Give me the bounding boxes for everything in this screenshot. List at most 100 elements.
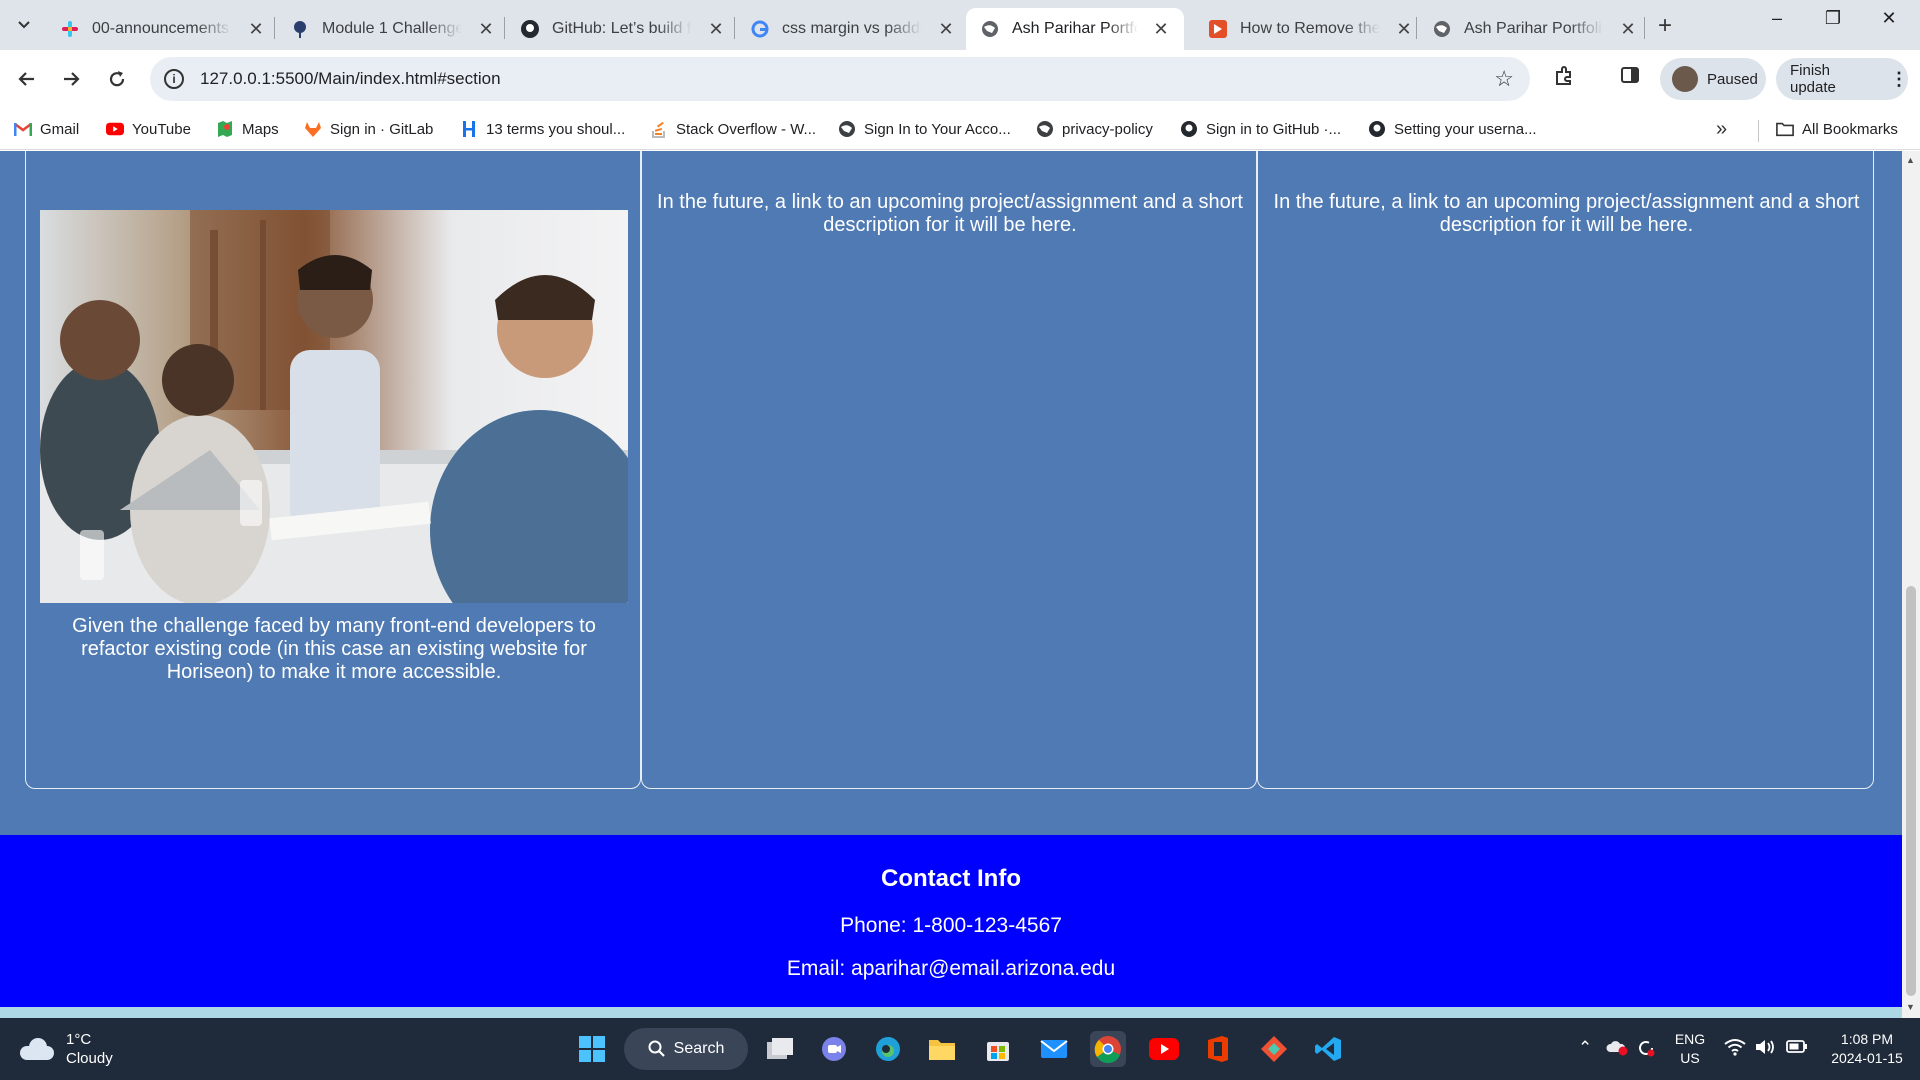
tab-separator: [274, 17, 275, 39]
keyboard-language[interactable]: ENG US: [1672, 1030, 1708, 1068]
youtube-app-button[interactable]: [1146, 1031, 1182, 1067]
google-icon: [750, 19, 770, 39]
tab-close-icon[interactable]: ✕: [476, 19, 496, 40]
bookmark-youtube[interactable]: YouTube: [106, 116, 191, 142]
cloud-icon: [20, 1038, 54, 1060]
taskbar-search-button[interactable]: Search: [624, 1028, 748, 1070]
reload-button[interactable]: [104, 66, 130, 92]
tab-close-icon[interactable]: ✕: [1618, 19, 1638, 40]
project-card[interactable]: Given the challenge faced by many front-…: [25, 151, 641, 789]
bookmark-13-terms[interactable]: 13 terms you shoul...: [460, 116, 625, 142]
bookmark-label: Gmail: [40, 120, 80, 138]
side-panel-icon[interactable]: [1616, 65, 1644, 91]
office-button[interactable]: [1200, 1031, 1236, 1067]
edge-browser-button[interactable]: [870, 1031, 906, 1067]
bookmark-label: YouTube: [132, 120, 191, 138]
git-client-icon: [1261, 1036, 1287, 1062]
bookmark-github-sign-in[interactable]: Sign in to GitHub ·...: [1180, 116, 1341, 142]
weather-temperature: 1°C: [66, 1031, 92, 1048]
page-scrollbar[interactable]: ▲ ▼: [1902, 151, 1920, 1018]
bookmark-gitlab[interactable]: Sign in · GitLab: [304, 116, 433, 142]
tab-google-search[interactable]: css margin vs paddin ✕: [736, 8, 970, 50]
project-description: In the future, a link to an upcoming pro…: [657, 191, 1243, 236]
reload-icon: [109, 71, 125, 87]
gitlab-icon: [304, 120, 322, 138]
store-icon: [987, 1042, 1009, 1061]
weather-description: Cloudy: [66, 1050, 113, 1067]
tab-how-to-remove[interactable]: How to Remove the ✕: [1194, 8, 1428, 50]
wifi-icon[interactable]: [1724, 1038, 1746, 1061]
more-menu-icon[interactable]: ⋮: [1890, 69, 1908, 90]
project-card[interactable]: In the future, a link to an upcoming pro…: [1257, 151, 1874, 789]
windows-logo-icon: [579, 1036, 605, 1062]
bookmark-stackoverflow[interactable]: Stack Overflow - W...: [650, 116, 816, 142]
scroll-thumb[interactable]: [1906, 586, 1916, 996]
hackerrank-icon: [460, 120, 478, 138]
bookmark-maps[interactable]: Maps: [216, 116, 279, 142]
bookmark-gmail[interactable]: Gmail: [14, 116, 79, 142]
more-bookmarks-icon[interactable]: »: [1716, 118, 1727, 141]
clock[interactable]: 1:08 PM 2024-01-15: [1822, 1030, 1912, 1068]
tab-close-icon[interactable]: ✕: [936, 19, 956, 40]
tab-close-icon[interactable]: ✕: [706, 19, 726, 40]
battery-icon[interactable]: [1786, 1038, 1808, 1059]
tab-github[interactable]: GitHub: Let’s build fro ✕: [506, 8, 740, 50]
tab-ash-portfolio-active[interactable]: Ash Parihar Portfolio ✕: [966, 8, 1184, 50]
scroll-up-arrow-icon[interactable]: ▲: [1906, 155, 1915, 165]
teams-chat-button[interactable]: [816, 1031, 852, 1067]
stackoverflow-icon: [650, 120, 668, 138]
file-explorer-button[interactable]: [924, 1031, 960, 1067]
microsoft-store-button[interactable]: [980, 1031, 1016, 1067]
contact-section: Contact Info Phone: 1-800-123-4567 Email…: [0, 835, 1902, 1007]
youtube-icon: [106, 120, 124, 138]
show-hidden-icons-chevron-icon[interactable]: ⌃: [1578, 1038, 1592, 1058]
bookmark-star-icon[interactable]: ☆: [1494, 66, 1514, 92]
task-view-button[interactable]: [762, 1031, 798, 1067]
address-bar[interactable]: i 127.0.0.1:5500/Main/index.html#section…: [150, 57, 1530, 101]
new-tab-button[interactable]: +: [1652, 12, 1678, 40]
vscode-icon: [1315, 1037, 1341, 1061]
tab-search-chevron-icon[interactable]: [10, 11, 38, 39]
git-client-button[interactable]: [1256, 1031, 1292, 1067]
scroll-down-arrow-icon[interactable]: ▼: [1906, 1002, 1915, 1012]
tab-separator: [504, 17, 505, 39]
forward-button[interactable]: [58, 66, 84, 92]
profile-status-label: Paused: [1707, 70, 1758, 88]
site-info-icon[interactable]: i: [164, 69, 184, 89]
close-window-button[interactable]: ✕: [1874, 8, 1904, 29]
taskbar-search-label: Search: [673, 1040, 725, 1057]
bookmarks-divider: [1758, 120, 1759, 142]
tab-close-icon[interactable]: ✕: [1152, 19, 1170, 40]
tab-slack[interactable]: 00-announcements - ✕: [46, 8, 280, 50]
mail-button[interactable]: [1036, 1031, 1072, 1067]
volume-icon[interactable]: [1754, 1038, 1776, 1061]
extensions-icon[interactable]: [1550, 65, 1578, 93]
chrome-button[interactable]: [1090, 1031, 1126, 1067]
restore-button[interactable]: ❐: [1818, 8, 1848, 29]
clock-time: 1:08 PM: [1840, 1031, 1894, 1047]
tab-close-icon[interactable]: ✕: [1394, 19, 1414, 40]
search-icon: [648, 1040, 665, 1057]
bookmark-github-username[interactable]: Setting your userna...: [1368, 116, 1537, 142]
sync-icon[interactable]: [1636, 1038, 1656, 1063]
vscode-button[interactable]: [1310, 1031, 1346, 1067]
tab-title: GitHub: Let’s build fro: [552, 20, 692, 37]
minimize-button[interactable]: –: [1762, 8, 1792, 29]
finish-update-button[interactable]: Finish update ⋮: [1776, 58, 1908, 100]
project-card[interactable]: In the future, a link to an upcoming pro…: [641, 151, 1257, 789]
office-icon: [1208, 1036, 1228, 1062]
start-button[interactable]: [574, 1031, 610, 1067]
tab-module-challenge[interactable]: Module 1 Challenge: ✕: [276, 8, 510, 50]
all-bookmarks-button[interactable]: All Bookmarks: [1776, 116, 1898, 142]
weather-widget[interactable]: 1°C Cloudy: [20, 1030, 113, 1068]
folder-icon: [1776, 120, 1794, 138]
bookmark-privacy-policy[interactable]: privacy-policy: [1036, 116, 1153, 142]
bookmark-sign-in-account[interactable]: Sign In to Your Acco...: [838, 116, 1011, 142]
mail-icon: [1040, 1040, 1068, 1058]
url-text[interactable]: 127.0.0.1:5500/Main/index.html#section: [200, 69, 501, 89]
tab-close-icon[interactable]: ✕: [246, 19, 266, 40]
onedrive-error-icon[interactable]: [1606, 1038, 1628, 1061]
tab-ash-portfolio[interactable]: Ash Parihar Portfolio ✕: [1418, 8, 1652, 50]
back-button[interactable]: [14, 66, 40, 92]
profile-button[interactable]: Paused: [1660, 58, 1766, 100]
